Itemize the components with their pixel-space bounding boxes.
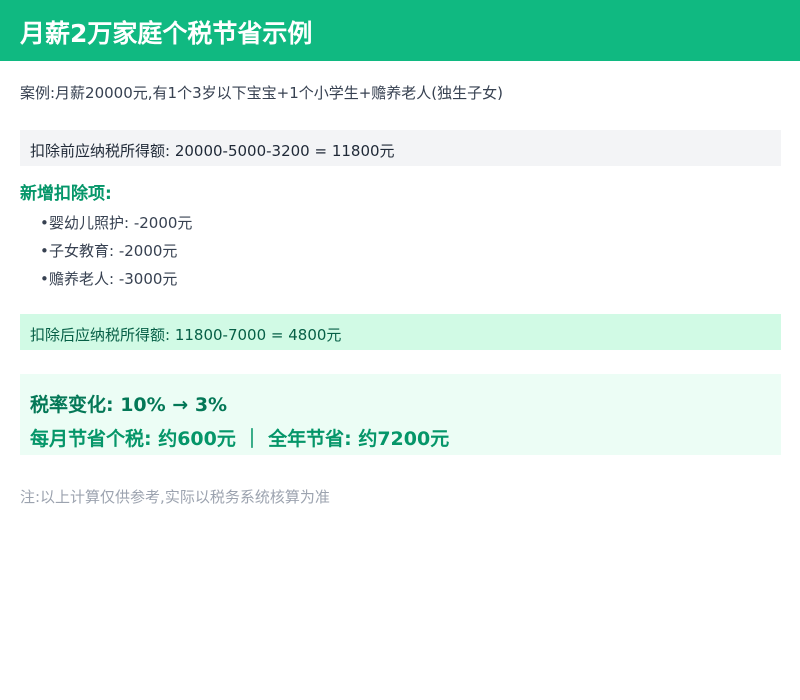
deduction-list: •婴幼儿照护: -2000元 •子女教育: -2000元 •赡养老人: -300… (40, 212, 192, 296)
after-deduction-box: 扣除后应纳税所得额: 11800-7000 = 4800元 (20, 314, 781, 350)
bullet-icon: • (40, 270, 49, 288)
deduction-label: 子女教育: -2000元 (49, 242, 178, 260)
before-deduction-box: 扣除前应纳税所得额: 20000-5000-3200 = 11800元 (20, 130, 781, 166)
bullet-icon: • (40, 214, 49, 232)
page-header: 月薪2万家庭个税节省示例 (0, 0, 800, 61)
case-description: 案例:月薪20000元,有1个3岁以下宝宝+1个小学生+赡养老人(独生子女) (20, 84, 504, 102)
page-title: 月薪2万家庭个税节省示例 (20, 19, 313, 48)
deduction-label: 赡养老人: -3000元 (49, 270, 178, 288)
new-deductions-title: 新增扣除项: (20, 184, 112, 204)
rate-change-text: 税率变化: 10% → 3% (30, 394, 228, 416)
list-item: •子女教育: -2000元 (40, 240, 192, 268)
savings-text: 每月节省个税: 约600元 ｜ 全年节省: 约7200元 (30, 428, 450, 450)
list-item: •婴幼儿照护: -2000元 (40, 212, 192, 240)
result-box: 税率变化: 10% → 3% 每月节省个税: 约600元 ｜ 全年节省: 约72… (20, 374, 781, 455)
before-deduction-text: 扣除前应纳税所得额: 20000-5000-3200 = 11800元 (30, 142, 395, 160)
deduction-label: 婴幼儿照护: -2000元 (49, 214, 193, 232)
list-item: •赡养老人: -3000元 (40, 268, 192, 296)
after-deduction-text: 扣除后应纳税所得额: 11800-7000 = 4800元 (30, 326, 342, 344)
disclaimer-note: 注:以上计算仅供参考,实际以税务系统核算为准 (20, 488, 330, 506)
bullet-icon: • (40, 242, 49, 260)
